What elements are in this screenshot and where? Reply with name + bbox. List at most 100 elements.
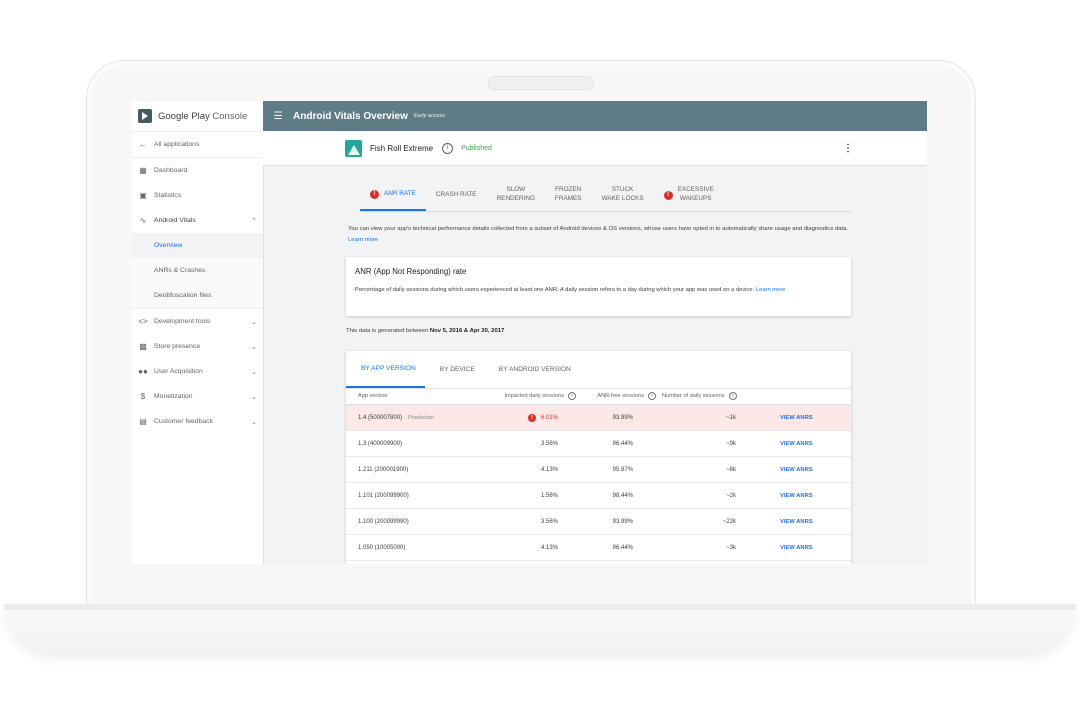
app-name[interactable]: Fish Roll Extreme <box>370 144 433 153</box>
laptop-hinge <box>4 604 1076 610</box>
track-label: Production <box>408 414 434 421</box>
sidebar-item-dashboard[interactable]: ▦ Dashboard <box>132 158 263 183</box>
table-row[interactable]: 1.211 (200001900) 4.13% 95.87% ~8k VIEW … <box>346 457 851 483</box>
sidebar: Google Play Console ← All applications ▦… <box>132 101 264 564</box>
warning-icon: ! <box>370 189 379 199</box>
tab-by-app-version[interactable]: BY APP VERSION <box>346 351 425 388</box>
sidebar-item-user-acquisition[interactable]: ●● User Acquisition ⌄ <box>132 359 263 384</box>
tab-by-device[interactable]: BY DEVICE <box>425 351 484 388</box>
tab-crash-rate[interactable]: CRASH RATE <box>426 179 487 211</box>
tab-label-line1: EXCESSIVE <box>677 186 714 194</box>
tab-frozen-frames[interactable]: FROZEN FRAMES <box>545 179 592 211</box>
people-icon: ●● <box>138 367 148 376</box>
date-range-note: This data is generated between Nov 5, 20… <box>346 328 504 334</box>
sidebar-item-monetization[interactable]: $ Monetization ⌄ <box>132 384 263 409</box>
tab-label-line2: WAKEUPS <box>679 195 712 202</box>
cell-app-version: 1.211 (200001900) <box>358 466 409 473</box>
breakdown-tabs: BY APP VERSION BY DEVICE BY ANDROID VERS… <box>346 351 851 389</box>
help-icon[interactable]: ? <box>568 392 576 400</box>
sidebar-item-label: User Acquisition <box>154 368 203 375</box>
sidebar-subitem-anrs-crashes[interactable]: ANRs & Crashes <box>132 258 263 283</box>
feedback-icon: ▤ <box>139 417 147 426</box>
date-range-value: Nov 5, 2016 & Apr 20, 2017 <box>429 328 505 334</box>
tab-anr-rate[interactable]: ! ANR RATE <box>360 179 426 211</box>
sidebar-subitem-label: Deobfuscation files <box>154 292 212 299</box>
view-anrs-button[interactable]: VIEW ANRS <box>780 535 813 560</box>
table-row[interactable]: 1.100 (200099990) 3.56% 93.99% ~22k VIEW… <box>346 509 851 535</box>
sidebar-subitem-deobfuscation[interactable]: Deobfuscation files <box>132 283 263 308</box>
view-anrs-button[interactable]: VIEW ANRS <box>780 483 813 508</box>
tab-label: BY DEVICE <box>439 366 475 373</box>
learn-more-link[interactable]: Learn more <box>756 287 786 293</box>
sidebar-item-android-vitals[interactable]: ∿ Android Vitals ⌃ <box>132 208 263 233</box>
table-header: App version Impacted daily sessions? ANR… <box>346 388 851 405</box>
arrow-back-icon: ← <box>139 140 147 149</box>
sidebar-subitem-overview[interactable]: Overview <box>132 233 263 258</box>
sidebar-item-label: Development tools <box>154 318 211 325</box>
header-anr-free-sessions[interactable]: ANR-free sessions? <box>578 388 656 404</box>
cell-app-version: 1.101 (200099900) <box>358 492 409 499</box>
help-icon[interactable]: ? <box>648 392 656 400</box>
cell-app-version: 1.100 (200099990) <box>358 518 409 525</box>
shopping-bag-icon: ▩ <box>139 342 147 351</box>
tab-label: SLOW RENDERING <box>497 186 535 204</box>
app-icon <box>345 139 362 157</box>
sidebar-item-store-presence[interactable]: ▩ Store presence ⌄ <box>132 334 263 359</box>
dashboard-icon: ▦ <box>139 166 147 175</box>
help-icon[interactable]: ? <box>728 392 737 400</box>
sidebar-item-all-applications[interactable]: ← All applications <box>132 132 263 157</box>
header-label: App version <box>358 393 388 399</box>
metric-tabs: ! ANR RATE CRASH RATE SLOW RENDERING FROZ… <box>360 179 851 212</box>
tab-label-line1: SLOW <box>506 186 526 194</box>
android-vitals-submenu: Overview ANRs & Crashes Deobfuscation fi… <box>132 233 263 308</box>
more-vert-icon[interactable]: ⋮ <box>843 143 853 154</box>
header-app-version[interactable]: App version <box>358 388 388 404</box>
sidebar-item-statistics[interactable]: ▣ Statistics <box>132 183 263 208</box>
tab-stuck-wake-locks[interactable]: STUCK WAKE LOCKS <box>592 179 654 211</box>
sidebar-item-development-tools[interactable]: <> Development tools ⌄ <box>132 309 263 334</box>
dollar-icon: $ <box>140 392 146 401</box>
tab-label: ANR RATE <box>384 189 416 197</box>
cell-impacted: 3.56% <box>540 518 558 525</box>
cell-anr-free: 96.44% <box>612 440 633 447</box>
hamburger-menu-icon[interactable]: ☰ <box>263 111 293 122</box>
status-badge: Published <box>461 144 492 152</box>
header-label: Impacted daily sessions <box>504 393 564 399</box>
table-row[interactable]: 1.050 (10005000) 4.13% 96.44% ~3k VIEW A… <box>346 535 851 561</box>
early-access-tag: Early access <box>413 113 446 119</box>
pulse-icon: ∿ <box>139 216 147 225</box>
card-body-text: Percentage of daily sessions during whic… <box>355 287 755 293</box>
tab-by-android-version[interactable]: BY ANDROID VERSION <box>484 351 580 388</box>
table-row[interactable]: 1.101 (200099900) 1.56% 98.44% ~2k VIEW … <box>346 483 851 509</box>
header-daily-sessions[interactable]: Number of daily sessions? <box>662 388 737 404</box>
tab-slow-rendering[interactable]: SLOW RENDERING <box>487 179 545 211</box>
brand[interactable]: Google Play Console <box>132 101 263 132</box>
header-impacted-sessions[interactable]: Impacted daily sessions? <box>476 388 576 404</box>
table-row[interactable]: 1.3 (400009900) 3.56% 96.44% ~9k VIEW AN… <box>346 431 851 457</box>
view-anrs-button[interactable]: VIEW ANRS <box>780 509 813 534</box>
page-title: Android Vitals Overview <box>293 110 408 122</box>
tab-label: CRASH RATE <box>435 190 477 198</box>
tab-excessive-wakeups[interactable]: ! EXCESSIVE WAKEUPS <box>654 179 724 211</box>
view-anrs-button[interactable]: VIEW ANRS <box>780 457 813 482</box>
cell-app-version: 1.3 (400009900) <box>358 440 403 447</box>
version-text: 1.4 (500007800) <box>358 414 403 421</box>
sidebar-subitem-label: ANRs & Crashes <box>154 267 206 274</box>
tab-label: STUCK WAKE LOCKS <box>602 186 644 204</box>
tab-label-line2: WAKE LOCKS <box>601 195 644 202</box>
view-anrs-button[interactable]: VIEW ANRS <box>780 405 813 430</box>
code-icon: <> <box>138 317 148 326</box>
cell-app-version: 1.4 (500007800) Production <box>358 405 434 430</box>
app-header: Fish Roll Extreme i Published ⋮ <box>263 131 927 166</box>
cell-anr-free: 93.99% <box>612 518 633 525</box>
sidebar-item-customer-feedback[interactable]: ▤ Customer feedback ⌄ <box>132 409 263 434</box>
info-icon[interactable]: i <box>442 142 454 154</box>
view-anrs-button[interactable]: VIEW ANRS <box>780 431 813 456</box>
learn-more-link[interactable]: Learn more <box>348 237 378 243</box>
chevron-down-icon: ⌄ <box>251 318 257 326</box>
cell-daily-sessions: ~2k <box>726 492 736 499</box>
play-console-logo-icon <box>138 109 152 123</box>
cell-daily-sessions: ~1k <box>726 414 736 421</box>
sidebar-subitem-label: Overview <box>154 242 183 249</box>
table-row[interactable]: 1.4 (500007800) Production ! 6.01% 93.99% … <box>346 405 851 431</box>
